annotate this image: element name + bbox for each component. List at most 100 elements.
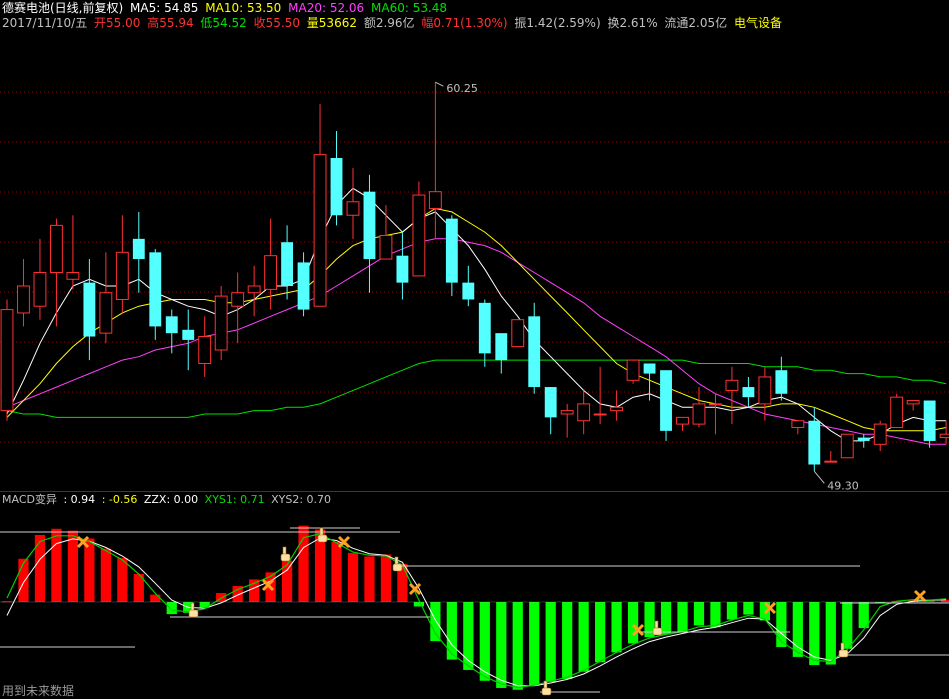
- candle: [560, 403, 574, 438]
- candle: [873, 420, 887, 452]
- ma10-value: MA10: 53.50: [205, 1, 282, 15]
- candle: [313, 104, 327, 307]
- candle: [577, 390, 591, 435]
- candle-body: [511, 319, 525, 348]
- candle-body: [857, 437, 870, 441]
- candle: [149, 248, 162, 340]
- candle: [379, 205, 393, 260]
- candle: [445, 215, 458, 297]
- macd-xys1: XYS1: 0.71: [204, 493, 265, 506]
- macd-bar: [150, 594, 161, 602]
- candle-body: [939, 433, 949, 439]
- macd-xys2: XYS2: 0.70: [271, 493, 332, 506]
- macd-bar: [100, 548, 111, 602]
- macd-bar: [595, 602, 606, 663]
- macd-bar: [809, 602, 820, 665]
- candle-body: [824, 460, 838, 463]
- candle: [412, 181, 426, 277]
- quote-sector: 电气设备: [733, 16, 782, 30]
- candle: [281, 225, 294, 300]
- ma20-value: MA20: 52.06: [288, 1, 365, 15]
- candle: [17, 259, 30, 327]
- quote-amplitude: 振1.42(2.59%): [514, 16, 601, 30]
- hand-signal-icon: [280, 546, 291, 562]
- moving-average-lines: [6, 187, 947, 445]
- chart-title: 德赛电池(日线,前复权): [2, 1, 124, 15]
- ma5-value: MA5: 54.85: [130, 1, 199, 15]
- candle: [297, 252, 310, 317]
- candle: [495, 333, 508, 374]
- macd-bar: [331, 542, 342, 602]
- hand-palm: [317, 534, 328, 543]
- candle: [330, 131, 343, 226]
- candle: [692, 387, 706, 428]
- candle: [593, 366, 607, 425]
- candle-body: [66, 272, 80, 280]
- candle: [742, 376, 755, 408]
- macd-bar: [611, 602, 622, 653]
- candle-body: [313, 154, 327, 307]
- candle-body: [330, 158, 343, 216]
- candle-body: [808, 420, 821, 465]
- candle: [610, 390, 624, 421]
- candle: [428, 82, 442, 239]
- ma5-line: [6, 187, 947, 442]
- candle: [198, 316, 212, 377]
- quote-high: 高55.94: [147, 16, 194, 30]
- candle-body: [709, 403, 722, 406]
- macd-bar: [34, 535, 46, 602]
- candle-body: [198, 336, 212, 364]
- candle: [231, 272, 245, 344]
- ma60-value: MA60: 53.48: [371, 1, 448, 15]
- macd-bar: [726, 602, 738, 620]
- candle-body: [462, 282, 475, 300]
- candle-body: [115, 251, 129, 300]
- price-labels: 60.25 49.30: [435, 81, 859, 492]
- candle: [660, 370, 672, 441]
- macd-bar: [693, 602, 705, 626]
- high-label: 60.25: [446, 82, 478, 95]
- candle-body: [725, 379, 739, 391]
- candle: [0, 299, 14, 421]
- candle-body: [643, 363, 656, 374]
- stock-chart[interactable]: 60.25 49.30: [0, 0, 949, 696]
- macd-bar: [562, 602, 573, 679]
- candle-body: [742, 387, 755, 398]
- candle-body: [363, 191, 376, 260]
- hand-palm: [541, 687, 552, 696]
- hand-palm: [188, 609, 199, 618]
- candle: [824, 451, 838, 463]
- candle-body: [544, 387, 557, 418]
- candle: [890, 393, 904, 428]
- quote-change: 幅0.71(1.30%): [421, 16, 508, 30]
- hand-palm: [838, 649, 849, 658]
- macd-bar: [84, 538, 95, 602]
- high-pointer: [435, 81, 444, 87]
- candle-body: [412, 194, 426, 277]
- macd-bar: [529, 602, 540, 686]
- candle: [264, 218, 278, 310]
- macd-bar: [18, 558, 29, 602]
- candle-body: [610, 406, 624, 412]
- macd-bar: [117, 557, 128, 602]
- candle: [33, 238, 47, 320]
- candle-body: [297, 262, 310, 310]
- candle-body: [692, 403, 706, 425]
- candle: [939, 420, 949, 445]
- candle: [66, 215, 80, 290]
- candle-body: [560, 410, 574, 415]
- candle-body: [33, 272, 47, 307]
- macd-bar: [743, 602, 754, 615]
- candle-body: [445, 218, 458, 283]
- quote-close: 收55.50: [253, 16, 300, 30]
- candle-body: [214, 295, 228, 351]
- candle: [775, 356, 788, 401]
- candle-body: [379, 234, 393, 260]
- macd-bar: [463, 602, 474, 670]
- candle: [99, 252, 113, 344]
- candle: [725, 366, 739, 425]
- macd-bar: [710, 602, 721, 628]
- quote-turnover: 换2.61%: [607, 16, 658, 30]
- candle-body: [906, 400, 920, 405]
- macd-name: MACD变异: [2, 493, 57, 506]
